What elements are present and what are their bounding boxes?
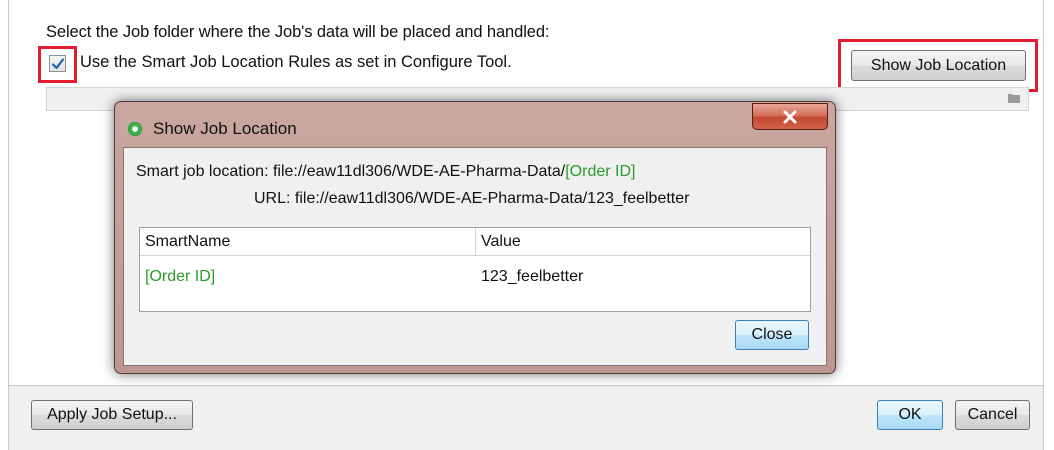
ok-button[interactable]: OK xyxy=(877,400,943,430)
column-divider[interactable] xyxy=(475,228,476,256)
cell-value[interactable]: 123_feelbetter xyxy=(481,268,583,286)
resolved-url: URL: file://eaw11dl306/WDE-AE-Pharma-Dat… xyxy=(254,190,690,207)
job-folder-instruction: Select the Job folder where the Job's da… xyxy=(46,23,550,41)
dialog-body: Smart job location: file://eaw11dl306/WD… xyxy=(123,147,827,366)
apply-job-setup-button[interactable]: Apply Job Setup... xyxy=(31,400,193,430)
smart-location-prefix: Smart job location: file://eaw11dl306/WD… xyxy=(136,163,566,180)
smartname-table: SmartName Value [Order ID] 123_feelbette… xyxy=(139,227,811,312)
cancel-button[interactable]: Cancel xyxy=(955,400,1030,430)
dialog-close-button[interactable] xyxy=(752,103,828,130)
folder-icon[interactable] xyxy=(1008,93,1020,103)
dialog-title: Show Job Location xyxy=(153,119,297,138)
smart-job-location: Smart job location: file://eaw11dl306/WD… xyxy=(136,163,635,181)
close-x-icon xyxy=(783,110,797,123)
smart-location-token: [Order ID] xyxy=(565,163,636,180)
column-header-smartname[interactable]: SmartName xyxy=(145,233,230,251)
dialog-app-icon xyxy=(128,122,142,136)
cell-smartname[interactable]: [Order ID] xyxy=(145,268,215,286)
smart-rules-label[interactable]: Use the Smart Job Location Rules as set … xyxy=(80,53,512,72)
show-job-location-button[interactable]: Show Job Location xyxy=(851,50,1026,81)
table-header: SmartName Value xyxy=(140,228,810,256)
show-job-location-dialog: Show Job Location Smart job location: fi… xyxy=(114,101,836,374)
checkmark-icon xyxy=(51,57,64,69)
column-header-value[interactable]: Value xyxy=(481,233,521,251)
close-button[interactable]: Close xyxy=(735,320,809,350)
smart-rules-checkbox[interactable] xyxy=(49,55,66,72)
